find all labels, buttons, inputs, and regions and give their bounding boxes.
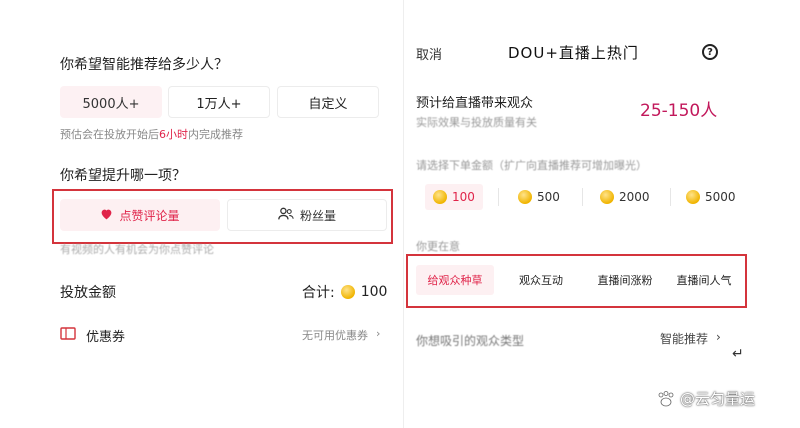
amount-option-500[interactable]: 500	[510, 184, 568, 210]
amount-label: 投放金额	[60, 285, 116, 301]
goal-label-right: 你更在意	[416, 240, 460, 253]
amount-option-5000[interactable]: 5000	[678, 184, 744, 210]
users-icon	[278, 207, 294, 223]
watermark-text: @云匀量运	[680, 390, 756, 408]
coin-icon	[686, 190, 700, 204]
chevron-right-icon: ›	[376, 327, 381, 340]
coin-icon	[433, 190, 447, 204]
coupon-row[interactable]: 优惠券	[60, 326, 125, 345]
amount-label-right: 请选择下单金额（扩广向直播推荐可增加曝光）	[416, 159, 647, 172]
goal-tab-interaction[interactable]: 观众互动	[502, 265, 580, 295]
heart-icon	[100, 208, 113, 223]
estimate-subtitle: 实际效果与投放质量有关	[416, 116, 537, 129]
help-icon[interactable]: ?	[702, 44, 718, 60]
coupon-status: 无可用优惠券	[302, 329, 368, 342]
goal-tab-popularity[interactable]: 直播间人气	[668, 265, 740, 295]
audience-label-right: 你想吸引的观众类型	[416, 334, 525, 348]
audience-option-10000[interactable]: 1万人+	[168, 86, 270, 118]
hint-highlight: 6小时	[159, 128, 188, 141]
coupon-label: 优惠券	[86, 330, 126, 345]
goal-tab-seeding[interactable]: 给观众种草	[416, 265, 494, 295]
estimate-label: 预计给直播带来观众	[416, 96, 534, 111]
total-label: 合计:	[302, 285, 335, 301]
audience-question: 你希望智能推荐给多少人？	[60, 57, 228, 73]
goal-option-likes-comments[interactable]: 点赞评论量	[60, 199, 220, 231]
page-title: DOU+直播上热门	[508, 44, 639, 62]
paw-icon	[656, 390, 676, 407]
coin-icon	[340, 285, 355, 299]
watermark: @云匀量运	[656, 388, 755, 409]
amount-option-100[interactable]: 100	[425, 184, 483, 210]
goal-hint: 有视频的人有机会为你点赞评论	[60, 243, 214, 256]
amount-option-label: 100	[452, 190, 475, 204]
amount-option-label: 500	[537, 190, 560, 204]
coupon-status-row[interactable]: 无可用优惠券 ›	[302, 327, 380, 343]
audience-value-row[interactable]: 智能推荐 ›	[660, 330, 721, 347]
goal-tab-followers[interactable]: 直播间涨粉	[586, 265, 664, 295]
amount-option-label: 2000	[619, 190, 650, 204]
panel-divider	[403, 0, 404, 428]
option-separator	[670, 188, 671, 206]
coupon-icon	[60, 327, 76, 344]
amount-option-label: 5000	[705, 190, 736, 204]
coin-icon	[600, 190, 614, 204]
amount-option-2000[interactable]: 2000	[592, 184, 658, 210]
estimate-range: 25-150人	[640, 101, 718, 121]
coin-icon	[518, 190, 532, 204]
option-separator	[582, 188, 583, 206]
audience-option-5000[interactable]: 5000人+	[60, 86, 162, 118]
goal-option-label: 粉丝量	[299, 208, 336, 223]
goal-option-label: 点赞评论量	[119, 208, 180, 223]
audience-value: 智能推荐	[660, 332, 709, 346]
total-amount: 合计: 100	[302, 282, 387, 302]
hint-suffix: 内完成推荐	[188, 128, 243, 141]
goal-question: 你希望提升哪一项？	[60, 168, 186, 184]
audience-option-custom[interactable]: 自定义	[277, 86, 379, 118]
goal-option-followers[interactable]: 粉丝量	[227, 199, 387, 231]
hint-prefix: 预估会在投放开始后	[60, 128, 159, 141]
return-icon: ↵	[732, 346, 744, 362]
cancel-button[interactable]: 取消	[416, 44, 442, 63]
chevron-right-icon: ›	[716, 330, 721, 344]
total-value: 100	[360, 284, 388, 300]
option-separator	[498, 188, 499, 206]
audience-hint: 预估会在投放开始后6小时内完成推荐	[60, 126, 243, 142]
